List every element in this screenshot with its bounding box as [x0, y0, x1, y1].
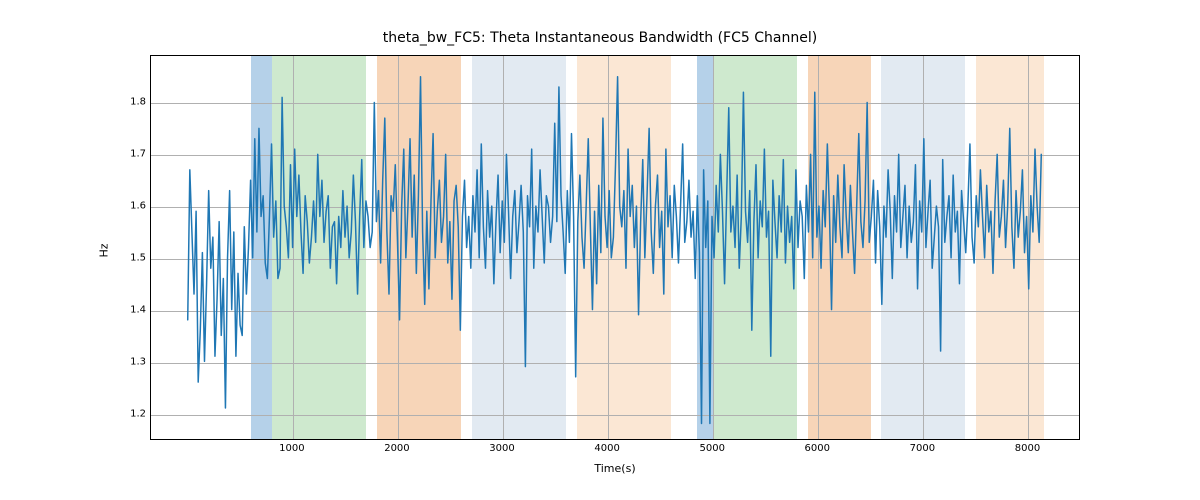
y-tick-label: 1.5	[118, 252, 146, 263]
x-tick-label: 8000	[1015, 443, 1040, 454]
x-tick-label: 1000	[279, 443, 304, 454]
x-tick-label: 2000	[384, 443, 409, 454]
x-tick-label: 7000	[910, 443, 935, 454]
plot-area	[150, 55, 1080, 440]
chart-title: theta_bw_FC5: Theta Instantaneous Bandwi…	[0, 30, 1200, 46]
x-axis-label: Time(s)	[150, 462, 1080, 475]
y-tick-label: 1.3	[118, 356, 146, 367]
x-tick-label: 3000	[489, 443, 514, 454]
y-tick-label: 1.4	[118, 304, 146, 315]
y-tick-label: 1.2	[118, 408, 146, 419]
y-axis-label: Hz	[94, 0, 114, 500]
x-tick-label: 4000	[594, 443, 619, 454]
x-tick-label: 5000	[699, 443, 724, 454]
y-tick-label: 1.6	[118, 200, 146, 211]
y-tick-label: 1.7	[118, 148, 146, 159]
figure: theta_bw_FC5: Theta Instantaneous Bandwi…	[0, 0, 1200, 500]
y-tick-label: 1.8	[118, 96, 146, 107]
line-series	[151, 56, 1079, 439]
x-tick-label: 6000	[805, 443, 830, 454]
